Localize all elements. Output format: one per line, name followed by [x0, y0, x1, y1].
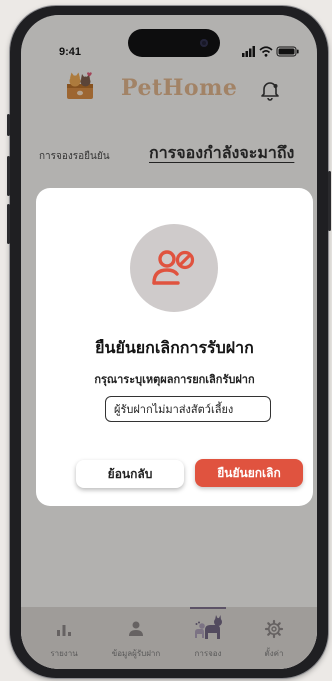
- app-screen: 9:41 PetHome การจองรอยืนยัน การจองกำลังจ…: [21, 15, 317, 669]
- confirm-cancel-button[interactable]: ยืนยันยกเลิก: [195, 459, 303, 487]
- back-button[interactable]: ย้อนกลับ: [76, 460, 184, 488]
- dialog-subtitle: กรุณาระบุเหตุผลการยกเลิกรับฝาก: [94, 373, 255, 386]
- dialog-title: ยืนยันยกเลิกการรับฝาก: [95, 338, 254, 357]
- volume-up-button: [7, 156, 10, 196]
- power-button: [328, 171, 331, 231]
- mute-switch: [7, 114, 10, 136]
- cancel-booking-dialog: ยืนยันยกเลิกการรับฝาก กรุณาระบุเหตุผลการ…: [36, 188, 313, 506]
- cancel-reason-input[interactable]: [105, 396, 271, 422]
- volume-down-button: [7, 204, 10, 244]
- dialog-icon-badge: [130, 224, 218, 312]
- user-blocked-icon: [152, 250, 195, 285]
